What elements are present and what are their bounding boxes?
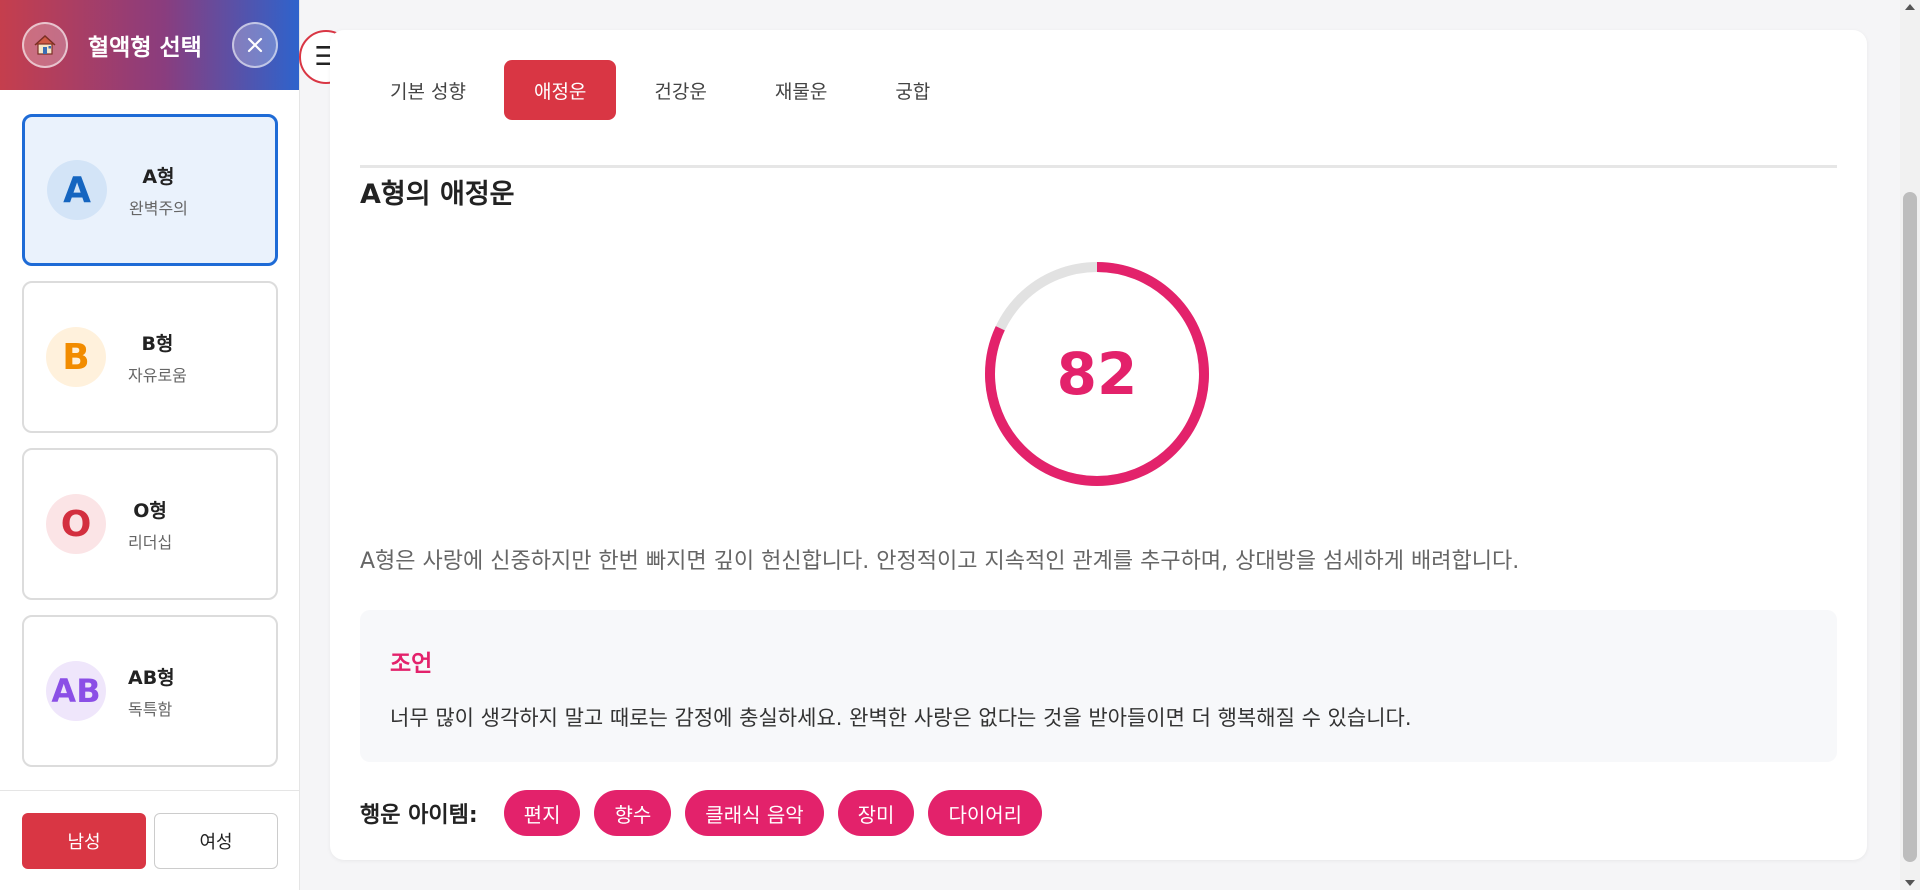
blood-type-name: AB형	[128, 666, 175, 689]
blood-type-sidebar: 혈액형 선택 A A형 완벽주의 B B형 자유로움 O O형 리더십 AB A…	[0, 0, 300, 890]
close-icon	[247, 37, 263, 53]
blood-type-name: A형	[142, 165, 175, 188]
blood-type-trait: 독특함	[128, 699, 173, 719]
close-sidebar-button[interactable]	[232, 22, 278, 68]
house-icon	[22, 22, 68, 68]
tab-compatibility[interactable]: 궁합	[865, 60, 960, 120]
blood-type-name: B형	[141, 332, 174, 355]
blood-type-card-ab[interactable]: AB AB형 독특함	[22, 615, 278, 767]
page-title: A형의 애정운	[360, 179, 515, 210]
gender-female-button[interactable]: 여성	[154, 812, 278, 869]
advice-box: 조언 너무 많이 생각하지 말고 때로는 감정에 충실하세요. 완벽한 사랑은 …	[360, 610, 1837, 762]
advice-text: 너무 많이 생각하지 말고 때로는 감정에 충실하세요. 완벽한 사랑은 없다는…	[390, 706, 1412, 730]
blood-type-list: A A형 완벽주의 B B형 자유로움 O O형 리더십 AB AB형 독특함	[0, 90, 299, 767]
scroll-down-arrow-icon[interactable]	[1905, 880, 1915, 886]
lucky-item-chip[interactable]: 다이어리	[928, 790, 1043, 836]
scrollbar-thumb[interactable]	[1903, 192, 1917, 862]
blood-type-card-o[interactable]: O O형 리더십	[22, 448, 278, 600]
lucky-items: 행운 아이템: 편지 향수 클래식 음악 장미 다이어리	[360, 790, 1056, 836]
fortune-description: A형은 사랑에 신중하지만 한번 빠지면 깊이 헌신합니다. 안정적이고 지속적…	[360, 549, 1520, 574]
gender-male-button[interactable]: 남성	[22, 812, 146, 869]
tab-basic-personality[interactable]: 기본 성향	[360, 60, 496, 120]
blood-type-trait: 완벽주의	[129, 198, 188, 218]
tab-wealth-fortune[interactable]: 재물운	[745, 60, 857, 120]
fortune-tabs: 기본 성향 애정운 건강운 재물운 궁합	[360, 60, 1837, 168]
blood-type-badge: B	[46, 327, 106, 387]
score-value: 82	[1056, 340, 1138, 408]
score-gauge: 82	[978, 255, 1216, 493]
blood-type-badge: AB	[46, 661, 106, 721]
blood-type-card-a[interactable]: A A형 완벽주의	[22, 114, 278, 266]
page-scrollbar[interactable]	[1900, 0, 1920, 890]
blood-type-trait: 자유로움	[128, 365, 187, 385]
advice-title: 조언	[390, 651, 433, 677]
lucky-item-chip[interactable]: 향수	[594, 790, 672, 836]
gender-selector: 남성 여성	[0, 790, 300, 890]
blood-type-badge: O	[46, 494, 106, 554]
blood-type-trait: 리더십	[128, 532, 173, 552]
tab-health-fortune[interactable]: 건강운	[624, 60, 736, 120]
sidebar-title: 혈액형 선택	[88, 35, 202, 61]
blood-type-card-b[interactable]: B B형 자유로움	[22, 281, 278, 433]
blood-type-name: O형	[133, 499, 167, 522]
blood-type-badge: A	[47, 160, 107, 220]
lucky-item-chip[interactable]: 클래식 음악	[685, 790, 824, 836]
tab-love-fortune[interactable]: 애정운	[503, 60, 617, 120]
lucky-item-chip[interactable]: 장미	[837, 790, 915, 836]
lucky-items-label: 행운 아이템:	[360, 803, 478, 828]
sidebar-header: 혈액형 선택	[0, 0, 299, 90]
fortune-panel: 기본 성향 애정운 건강운 재물운 궁합 A형의 애정운 82 A형은 사랑에 …	[330, 30, 1867, 860]
scroll-up-arrow-icon[interactable]	[1905, 4, 1915, 10]
lucky-item-chip[interactable]: 편지	[503, 790, 581, 836]
